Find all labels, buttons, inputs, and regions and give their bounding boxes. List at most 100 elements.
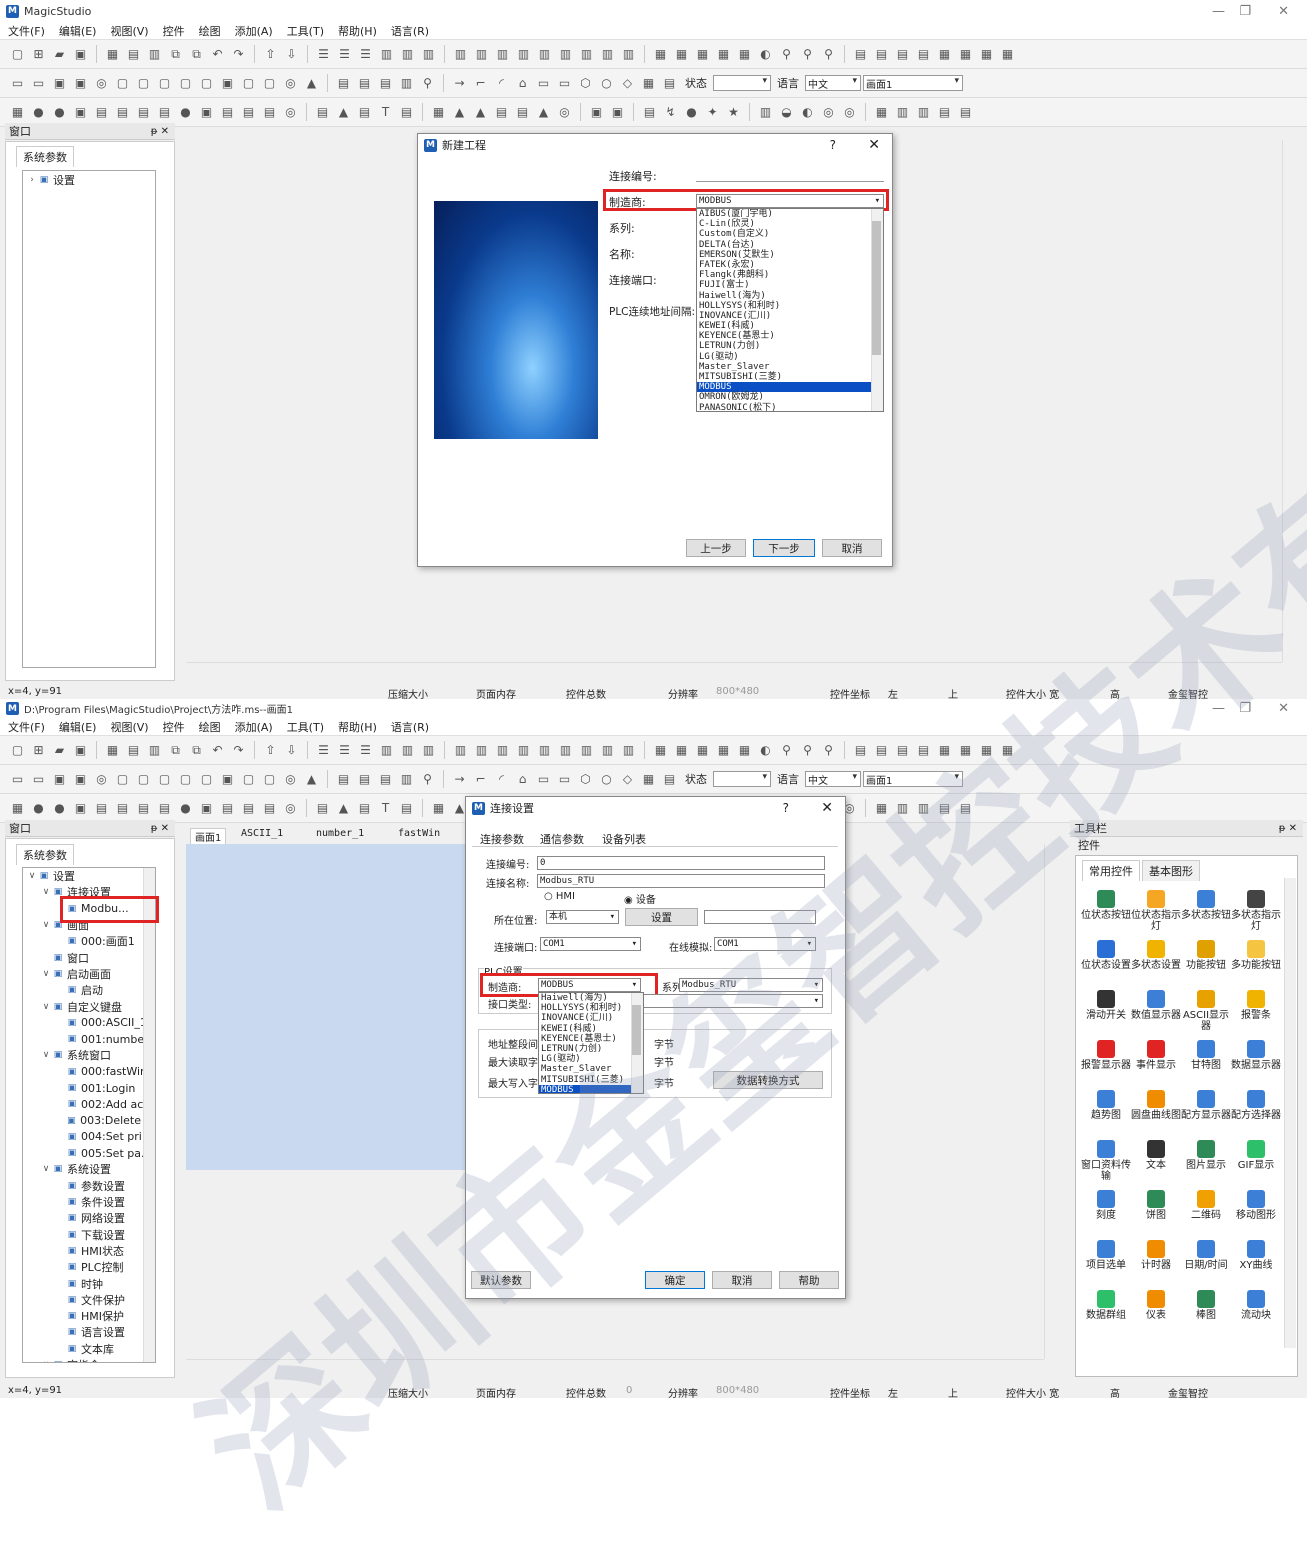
toolbar-tool-icon[interactable]: ⌂ — [513, 74, 532, 93]
pin-close-icon[interactable]: ᵽ ✕ — [151, 126, 169, 137]
toolbar-tool-icon[interactable]: ▥ — [577, 45, 596, 64]
dropdown-option[interactable]: EMERSON(艾默生) — [697, 250, 883, 260]
toolbar-tool-icon[interactable]: ▥ — [377, 45, 396, 64]
toolbar-tool-icon[interactable]: ▦ — [693, 741, 712, 760]
toolbar-tool-icon[interactable]: ◐ — [756, 45, 775, 64]
toolbox-item[interactable]: 多状态指示灯 — [1230, 890, 1282, 932]
toolbar-tool-icon[interactable]: ▰ — [50, 45, 69, 64]
screen-select[interactable]: 画面1 — [863, 771, 963, 787]
toolbar-tool-icon[interactable]: ▥ — [514, 45, 533, 64]
toolbar-tool-icon[interactable]: ◒ — [777, 103, 796, 122]
menu-draw[interactable]: 绘图 — [199, 23, 221, 39]
toolbar-tool-icon[interactable]: ▥ — [914, 799, 933, 818]
toolbar-tool-icon[interactable]: ▤ — [397, 799, 416, 818]
dropdown-option[interactable]: INOVANCE(汇川) — [697, 311, 883, 321]
toolbox-item[interactable]: XY曲线 — [1230, 1240, 1282, 1271]
toolbar-tool-icon[interactable]: ▤ — [155, 103, 174, 122]
tree-node[interactable]: ▣ 000:画面1 — [23, 933, 155, 949]
tree-node[interactable]: ▣ PLC控制 — [23, 1259, 155, 1275]
tree-node[interactable]: ▣ 参数设置 — [23, 1178, 155, 1194]
location-select[interactable]: 本机 — [546, 910, 619, 924]
iface-select[interactable] — [642, 994, 823, 1008]
toolbar-tool-icon[interactable]: ▤ — [914, 741, 933, 760]
toolbox-item[interactable]: 饼图 — [1130, 1190, 1182, 1221]
toolbar-tool-icon[interactable]: ▢ — [197, 770, 216, 789]
toolbar-tool-icon[interactable]: → — [450, 770, 469, 789]
dropdown-option[interactable]: C-Lin(欣灵) — [697, 219, 883, 229]
toolbar-tool-icon[interactable]: ⬡ — [576, 74, 595, 93]
toolbar-tool-icon[interactable]: ◇ — [618, 74, 637, 93]
toolbar-tool-icon[interactable]: ⇩ — [282, 45, 301, 64]
next-button[interactable]: 下一步 — [753, 539, 815, 557]
toolbar-tool-icon[interactable]: ▤ — [956, 799, 975, 818]
tree-node[interactable]: ▣ 语言设置 — [23, 1324, 155, 1340]
toolbar-tool-icon[interactable]: ● — [29, 103, 48, 122]
toolbar-tool-icon[interactable]: ▤ — [914, 45, 933, 64]
toolbar-tool-icon[interactable]: ● — [682, 103, 701, 122]
tree-scrollbar[interactable] — [143, 868, 155, 1362]
close-icon[interactable]: ✕ — [1278, 701, 1289, 716]
tree-node[interactable]: ▣ 003:Delete ... — [23, 1112, 155, 1128]
toolbar-tool-icon[interactable]: ▤ — [113, 799, 132, 818]
toolbar-tool-icon[interactable]: ▤ — [893, 741, 912, 760]
toolbar-tool-icon[interactable]: ▥ — [577, 741, 596, 760]
help-button[interactable]: 帮助 — [779, 1271, 839, 1289]
toolbar-tool-icon[interactable]: ▥ — [451, 45, 470, 64]
help-icon[interactable]: ? — [783, 801, 789, 815]
toolbar-tool-icon[interactable]: ◎ — [92, 74, 111, 93]
toolbar-tool-icon[interactable]: ▥ — [398, 741, 417, 760]
toolbar-tool-icon[interactable]: ▤ — [218, 103, 237, 122]
toolbar-tool-icon[interactable]: ▣ — [197, 103, 216, 122]
toolbar-tool-icon[interactable]: ▦ — [651, 741, 670, 760]
toolbar-tool-icon[interactable]: ▤ — [313, 799, 332, 818]
toolbar-tool-icon[interactable]: ▦ — [714, 741, 733, 760]
toolbar-tool-icon[interactable]: ↷ — [229, 45, 248, 64]
toolbar-tool-icon[interactable]: ▥ — [377, 741, 396, 760]
toolbox-item[interactable]: 滑动开关 — [1080, 990, 1132, 1021]
maker-dropdown-list[interactable]: AIBUS(厦门宇电) C-Lin(欣灵) Custom(自定义) DELTA(台达)… — [696, 208, 884, 412]
toolbar-tool-icon[interactable]: ▢ — [8, 741, 27, 760]
toolbar-tool-icon[interactable]: ▤ — [92, 103, 111, 122]
toolbar-tool-icon[interactable]: ▤ — [355, 103, 374, 122]
expand-icon[interactable]: ∨ — [40, 1360, 52, 1362]
toolbar-tool-icon[interactable]: ▦ — [103, 45, 122, 64]
toolbar-tool-icon[interactable]: ▭ — [555, 770, 574, 789]
tree-node[interactable]: ▣ 时钟 — [23, 1275, 155, 1291]
sim-select[interactable]: COM1 — [714, 937, 816, 951]
menu-draw[interactable]: 绘图 — [199, 719, 221, 735]
list-scroll-thumb[interactable] — [632, 1005, 641, 1055]
toolbox-item[interactable]: 配方选择器 — [1230, 1090, 1282, 1121]
toolbar-tool-icon[interactable]: ◎ — [281, 74, 300, 93]
toolbar-tool-icon[interactable]: ▤ — [355, 74, 374, 93]
toolbar-tool-icon[interactable]: ▤ — [260, 103, 279, 122]
menu-help[interactable]: 帮助(H) — [338, 719, 377, 735]
tree-node[interactable]: ▣ 窗口 — [23, 949, 155, 965]
toolbar-tool-icon[interactable]: ▣ — [71, 770, 90, 789]
toolbar-tool-icon[interactable]: ▥ — [493, 45, 512, 64]
toolbar-tool-icon[interactable]: ○ — [597, 770, 616, 789]
toolbox-item[interactable]: 流动块 — [1230, 1290, 1282, 1321]
toolbar-tool-icon[interactable]: ▦ — [693, 45, 712, 64]
editor-tab[interactable]: ASCII_1 — [237, 828, 287, 839]
close-icon[interactable]: ✕ — [821, 800, 833, 816]
toolbar-tool-icon[interactable]: ▣ — [587, 103, 606, 122]
toolbar-tool-icon[interactable]: ▦ — [998, 741, 1017, 760]
dropdown-option[interactable]: LETRUN(力创) — [539, 1044, 643, 1054]
language-select[interactable]: 中文 — [805, 771, 861, 787]
toolbar-tool-icon[interactable]: ▥ — [598, 45, 617, 64]
toolbox-item[interactable]: 图片显示 — [1180, 1140, 1232, 1171]
toolbar-tool-icon[interactable]: ▦ — [8, 103, 27, 122]
dropdown-option[interactable]: Custom(自定义) — [697, 229, 883, 239]
menu-edit[interactable]: 编辑(E) — [59, 719, 97, 735]
toolbar-tool-icon[interactable]: ⚲ — [777, 45, 796, 64]
toolbar-tool-icon[interactable]: ▤ — [218, 799, 237, 818]
toolbar-tool-icon[interactable]: ▤ — [355, 770, 374, 789]
minimize-icon[interactable]: — — [1212, 701, 1225, 716]
tree-node[interactable]: ▣ HMI状态 — [23, 1243, 155, 1259]
toolbar-tool-icon[interactable]: ⧉ — [166, 741, 185, 760]
toolbar-tool-icon[interactable]: ⚲ — [418, 770, 437, 789]
toolbar-tool-icon[interactable]: ⊞ — [29, 741, 48, 760]
toolbox-tab[interactable]: 控件 — [1070, 837, 1303, 853]
toolbox-item[interactable]: 计时器 — [1130, 1240, 1182, 1271]
maker-dropdown-list[interactable]: Haiwell(海为) HOLLYSYS(和利时) INOVANCE(汇川) KEWE… — [538, 992, 644, 1094]
